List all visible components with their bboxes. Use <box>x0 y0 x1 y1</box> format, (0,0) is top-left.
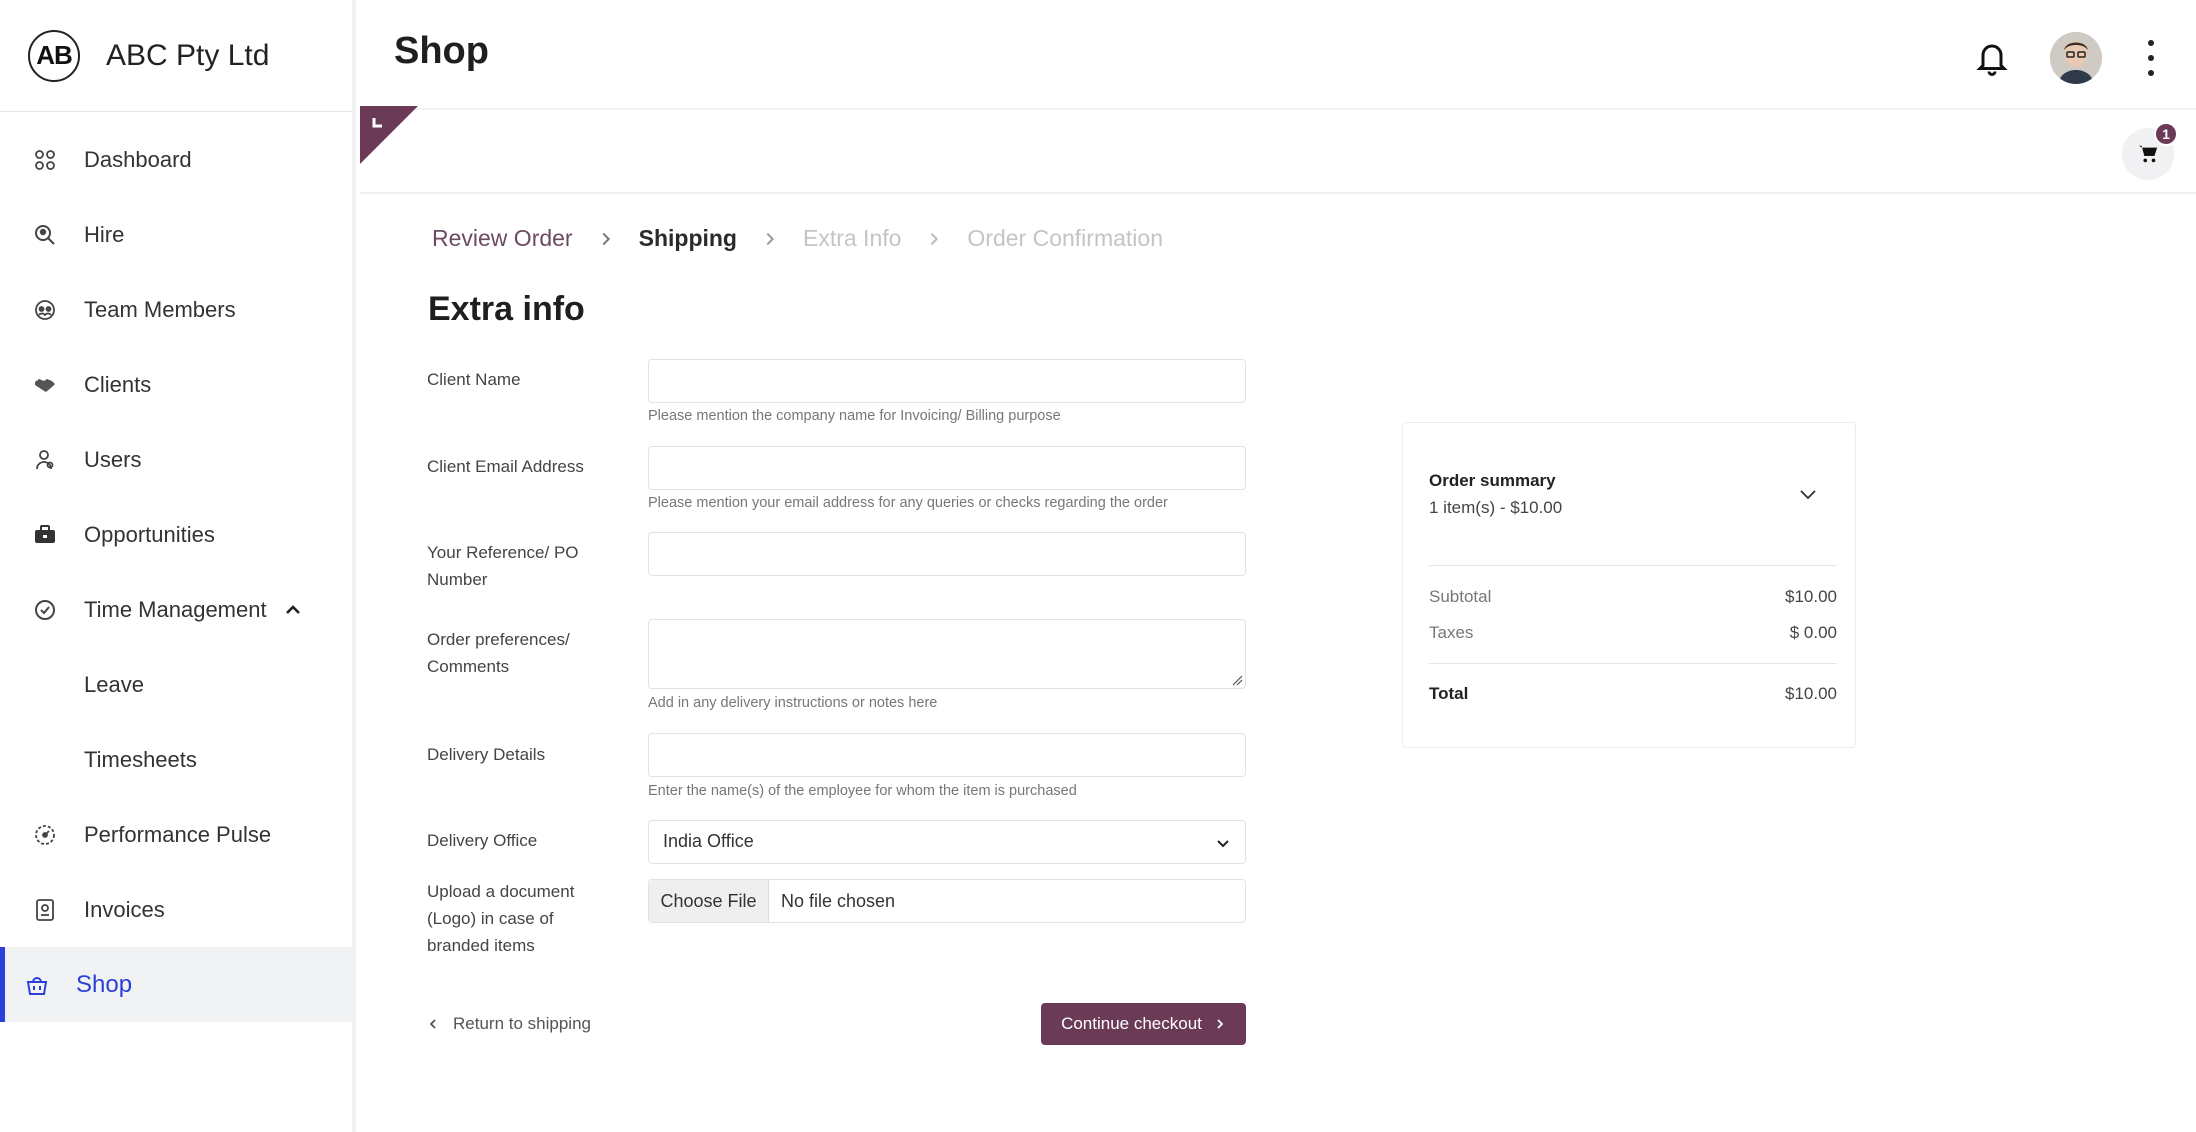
page-title: Shop <box>394 30 489 72</box>
topbar: Shop <box>360 0 2196 108</box>
team-icon <box>32 297 58 323</box>
taxes-value: $ 0.00 <box>1789 623 1837 642</box>
subtotal-value: $10.00 <box>1785 587 1837 606</box>
return-to-shipping-link[interactable]: Return to shipping <box>427 1014 591 1034</box>
brand[interactable]: AB ABC Pty Ltd <box>0 0 352 112</box>
preferences-help: Add in any delivery instructions or note… <box>648 695 938 711</box>
order-summary-items: 1 item(s) - $10.00 <box>1429 498 1563 517</box>
sidebar-item-label: Shop <box>76 970 133 998</box>
sidebar-item-team-members[interactable]: Team Members <box>0 272 352 347</box>
brand-logo: AB <box>28 29 80 82</box>
client-name-help: Please mention the company name for Invo… <box>648 408 1061 424</box>
breadcrumb-extra-info: Extra Info <box>802 225 902 251</box>
order-summary-card: Order summary 1 item(s) - $10.00 Subtota… <box>1402 422 1856 748</box>
delivery-office-value: India Office <box>663 831 754 851</box>
cart-button[interactable]: 1 <box>2122 122 2178 180</box>
sidebar-item-label: Performance Pulse <box>84 821 272 847</box>
reference-input[interactable] <box>648 532 1246 576</box>
chevron-right-icon <box>761 230 779 248</box>
sidebar-nav: Dashboard Hire Team Members Clients User… <box>0 112 352 1022</box>
total-row: Total $10.00 <box>1429 684 1837 703</box>
sidebar-item-label: Team Members <box>84 296 236 322</box>
sidebar-item-label: Hire <box>84 221 125 247</box>
client-name-input[interactable] <box>648 359 1246 403</box>
breadcrumb-review-order[interactable]: Review Order <box>432 225 573 252</box>
avatar[interactable] <box>2050 32 2102 84</box>
gauge-icon <box>32 822 58 848</box>
reference-label: Your Reference/ PO Number <box>427 543 579 589</box>
upload-label: Upload a document (Logo) in case of bran… <box>427 882 575 955</box>
toolbar-strip: 1 <box>360 106 2196 194</box>
brand-name: ABC Pty Ltd <box>106 38 270 72</box>
delivery-office-select[interactable]: India Office <box>648 820 1246 864</box>
briefcase-icon <box>32 522 58 548</box>
sidebar-item-clients[interactable]: Clients <box>0 347 352 422</box>
more-menu-icon[interactable] <box>2146 40 2156 76</box>
sidebar-item-leave[interactable]: Leave <box>0 647 352 722</box>
file-status: No file chosen <box>781 891 896 911</box>
chevron-down-icon[interactable] <box>1797 483 1819 505</box>
sidebar-item-invoices[interactable]: Invoices <box>0 872 352 947</box>
invoice-icon <box>32 897 58 923</box>
sidebar-item-label: Timesheets <box>84 746 197 772</box>
divider <box>1429 565 1837 566</box>
form-title: Extra info <box>428 290 585 328</box>
upload-file-input[interactable]: Choose File No file chosen <box>648 879 1246 923</box>
sidebar: AB ABC Pty Ltd Dashboard Hire Team Membe… <box>0 0 356 1132</box>
order-summary-title: Order summary <box>1429 471 1556 490</box>
sidebar-item-timesheets[interactable]: Timesheets <box>0 722 352 797</box>
clock-check-icon <box>32 597 58 623</box>
chevron-right-icon <box>1214 1018 1226 1030</box>
client-email-label: Client Email Address <box>427 457 584 476</box>
client-name-label: Client Name <box>427 370 521 389</box>
bell-icon[interactable] <box>1974 38 2010 78</box>
cart-count-badge: 1 <box>2154 122 2178 146</box>
chevron-left-icon <box>427 1018 439 1030</box>
total-value: $10.00 <box>1785 684 1837 703</box>
delivery-details-help: Enter the name(s) of the employee for wh… <box>648 783 1077 799</box>
preferences-label: Order preferences/ Comments <box>427 630 570 676</box>
choose-file-button[interactable]: Choose File <box>649 880 769 922</box>
chevron-right-icon <box>925 230 943 248</box>
corner-fold-icon[interactable] <box>360 106 418 164</box>
sidebar-item-label: Dashboard <box>84 146 192 172</box>
hire-search-icon <box>32 222 58 248</box>
sidebar-item-dashboard[interactable]: Dashboard <box>0 122 352 197</box>
sidebar-item-label: Opportunities <box>84 521 215 547</box>
sidebar-item-label: Time Management <box>84 596 267 622</box>
breadcrumb-shipping[interactable]: Shipping <box>639 225 737 252</box>
subtotal-row: Subtotal $10.00 <box>1429 587 1837 606</box>
delivery-office-label: Delivery Office <box>427 831 538 850</box>
users-icon <box>32 447 58 473</box>
sidebar-item-label: Invoices <box>84 896 165 922</box>
sidebar-item-label: Clients <box>84 371 152 397</box>
chevron-right-icon <box>597 230 615 248</box>
chevron-up-icon[interactable] <box>283 600 303 620</box>
breadcrumb-order-confirmation: Order Confirmation <box>967 225 1163 251</box>
breadcrumb: Review Order Shipping Extra Info Order C… <box>432 225 1163 252</box>
preferences-textarea[interactable] <box>648 619 1246 689</box>
top-icons <box>1974 32 2156 84</box>
chevron-down-icon <box>1217 840 1229 848</box>
sidebar-item-performance-pulse[interactable]: Performance Pulse <box>0 797 352 872</box>
sidebar-item-label: Leave <box>84 671 144 697</box>
shop-basket-icon <box>24 972 50 998</box>
sidebar-item-shop[interactable]: Shop <box>0 947 352 1022</box>
delivery-details-input[interactable] <box>648 733 1246 777</box>
client-email-input[interactable] <box>648 446 1246 490</box>
resize-handle-icon[interactable] <box>1231 674 1243 686</box>
cart-icon <box>2138 145 2158 163</box>
sidebar-item-time-management[interactable]: Time Management <box>0 572 352 647</box>
divider <box>1429 663 1837 664</box>
client-email-help: Please mention your email address for an… <box>648 495 1168 511</box>
handshake-icon <box>32 372 58 398</box>
dashboard-icon <box>32 147 58 173</box>
sidebar-item-label: Users <box>84 446 142 472</box>
sidebar-item-opportunities[interactable]: Opportunities <box>0 497 352 572</box>
continue-checkout-button[interactable]: Continue checkout <box>1041 1003 1246 1045</box>
sidebar-item-hire[interactable]: Hire <box>0 197 352 272</box>
sidebar-item-users[interactable]: Users <box>0 422 352 497</box>
taxes-row: Taxes $ 0.00 <box>1429 623 1837 642</box>
delivery-details-label: Delivery Details <box>427 745 546 764</box>
